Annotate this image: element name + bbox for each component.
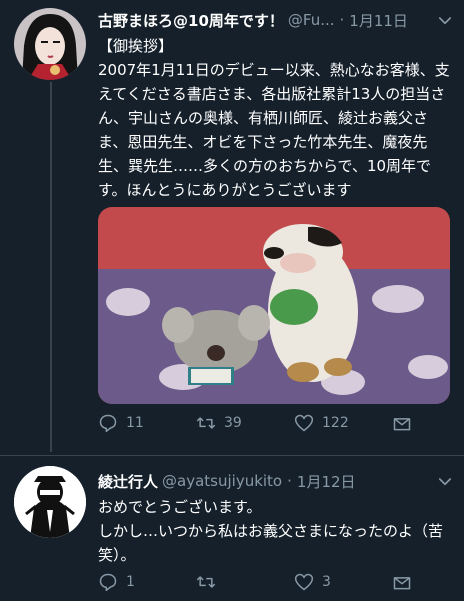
separator: · — [339, 11, 345, 29]
user-handle[interactable]: @Fu... — [288, 11, 335, 29]
share-button[interactable] — [392, 571, 416, 593]
tweet-text: おめでとうございます。 しかし…いつから私はお義父さまになったのよ（苦笑）。 — [98, 498, 444, 564]
tweet-actions: 1 3 — [98, 571, 416, 593]
reply-button[interactable]: 11 — [98, 412, 178, 434]
tweet-date[interactable]: 1月11日 — [349, 10, 408, 31]
share-icon — [393, 577, 411, 590]
like-button[interactable]: 3 — [294, 571, 374, 593]
reply-icon — [99, 414, 117, 433]
retweet-count: 39 — [224, 415, 242, 431]
tweet-header: 古野まほろ@10周年です！ @Fu... · 1月11日 — [98, 8, 454, 32]
tweet-photo[interactable] — [98, 207, 450, 404]
display-name[interactable]: 古野まほろ@10周年です！ — [98, 10, 284, 31]
avatar[interactable] — [14, 466, 86, 538]
share-icon — [393, 418, 411, 431]
reply-icon — [99, 573, 117, 592]
tweet-date[interactable]: 1月12日 — [297, 471, 356, 492]
like-icon — [294, 573, 314, 591]
caret-down-icon[interactable] — [436, 473, 454, 491]
separator: · — [287, 472, 292, 490]
user-handle[interactable]: @ayatsujiyukito — [162, 472, 282, 490]
like-count: 122 — [322, 415, 349, 431]
tweet[interactable]: 綾辻行人 @ayatsujiyukito · 1月12日 おめでとうございます。… — [0, 455, 464, 601]
like-icon — [294, 414, 314, 432]
retweet-icon — [196, 576, 216, 588]
tweet-actions: 11 39 122 — [98, 412, 416, 434]
tweet-content: 古野まほろ@10周年です！ @Fu... · 1月11日 【御挨拶】 2007年… — [98, 8, 454, 202]
share-button[interactable] — [392, 412, 416, 434]
avatar[interactable] — [14, 8, 86, 80]
tweet[interactable]: 古野まほろ@10周年です！ @Fu... · 1月11日 【御挨拶】 2007年… — [0, 0, 464, 452]
display-name[interactable]: 綾辻行人 — [98, 471, 158, 492]
like-count: 3 — [322, 574, 331, 590]
tweet-content: 綾辻行人 @ayatsujiyukito · 1月12日 おめでとうございます。… — [98, 469, 454, 567]
like-button[interactable]: 122 — [294, 412, 374, 434]
reply-count: 11 — [126, 415, 144, 431]
reply-count: 1 — [126, 574, 135, 590]
retweet-button[interactable]: 39 — [196, 412, 276, 434]
retweet-button[interactable] — [196, 571, 276, 593]
tweet-header: 綾辻行人 @ayatsujiyukito · 1月12日 — [98, 469, 454, 493]
retweet-icon — [196, 417, 216, 429]
reply-button[interactable]: 1 — [98, 571, 178, 593]
caret-down-icon[interactable] — [436, 12, 454, 30]
tweet-text: 【御挨拶】 2007年1月11日のデビュー以来、熱心なお客様、支えてくださる書店… — [98, 37, 450, 199]
